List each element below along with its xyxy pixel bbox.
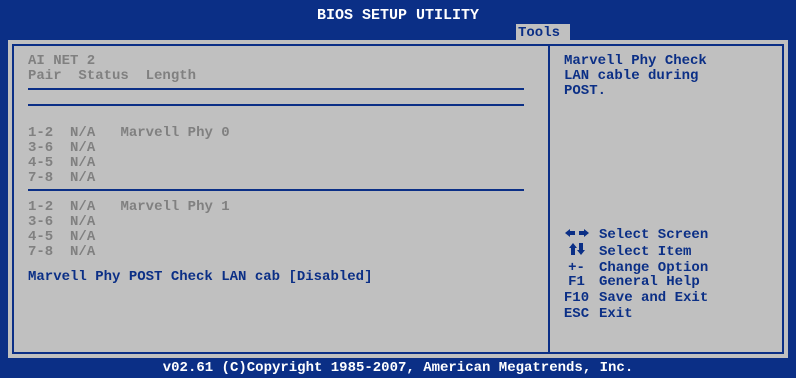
help-action: Save and Exit xyxy=(599,290,709,306)
column-headers: Pair Status Length xyxy=(28,68,197,84)
help-action: Select Item xyxy=(599,244,692,260)
up-down-arrows-icon xyxy=(554,243,599,260)
help-description-line-2: LAN cable during xyxy=(564,68,699,84)
help-action: Select Screen xyxy=(599,227,709,243)
table-row: 4-5 N/A xyxy=(28,230,95,245)
panel-divider xyxy=(548,46,550,352)
copyright-footer: v02.61 (C)Copyright 1985-2007, American … xyxy=(162,360,634,376)
table-row: 7-8 N/A xyxy=(28,245,95,260)
status-cell: N/A xyxy=(70,244,96,260)
help-key: F10 xyxy=(563,290,590,306)
help-row-select-item: Select Item xyxy=(554,243,691,260)
status-cell: N/A xyxy=(70,155,96,171)
up-down-arrows-svg xyxy=(568,243,585,255)
divider-line-2 xyxy=(28,104,524,106)
divider-line-3 xyxy=(28,189,524,191)
help-key: ESC xyxy=(563,306,590,322)
pair-cell: 1-2 xyxy=(28,125,54,141)
marvell-post-check-option[interactable]: Marvell Phy POST Check LAN cab [Disabled… xyxy=(28,270,372,285)
help-description-line-3: POST. xyxy=(564,83,607,99)
panel-frame: AI NET 2 Pair Status Length 1-2 N/A Marv… xyxy=(12,44,784,354)
status-cell: N/A xyxy=(70,125,96,141)
table-row: 1-2 N/A Marvell Phy 0 xyxy=(28,126,230,141)
status-cell: N/A xyxy=(70,229,96,245)
left-right-arrows-icon xyxy=(554,228,599,243)
tab-tools[interactable]: Tools xyxy=(516,24,570,42)
option-value[interactable]: [Disabled] xyxy=(288,269,372,285)
pair-cell: 3-6 xyxy=(28,140,54,156)
left-right-arrows-svg xyxy=(564,229,589,237)
length-cell: Marvell Phy 1 xyxy=(120,199,230,215)
help-action: General Help xyxy=(599,274,700,290)
section-title: AI NET 2 xyxy=(28,53,96,69)
status-cell: N/A xyxy=(70,170,96,186)
help-description-line-1: Marvell Phy Check xyxy=(564,53,707,69)
pair-cell: 7-8 xyxy=(28,170,54,186)
status-cell: N/A xyxy=(70,199,96,215)
help-action: Exit xyxy=(599,306,633,322)
help-row-save-exit: F10 Save and Exit xyxy=(554,291,708,306)
pair-cell: 3-6 xyxy=(28,214,54,230)
table-row: 3-6 N/A xyxy=(28,215,95,230)
help-row-exit: ESC Exit xyxy=(554,307,633,322)
table-row: 4-5 N/A xyxy=(28,156,95,171)
length-cell: Marvell Phy 0 xyxy=(120,125,230,141)
help-row-general-help: F1 General Help xyxy=(554,275,700,290)
help-key: F1 xyxy=(568,274,585,290)
bios-title: BIOS SETUP UTILITY xyxy=(316,7,480,24)
pair-cell: 1-2 xyxy=(28,199,54,215)
help-row-select-screen: Select Screen xyxy=(554,228,708,243)
option-label: Marvell Phy POST Check LAN cab xyxy=(28,269,281,285)
table-row: 7-8 N/A xyxy=(28,171,95,186)
pair-cell: 7-8 xyxy=(28,244,54,260)
table-row: 1-2 N/A Marvell Phy 1 xyxy=(28,200,230,215)
main-panel: AI NET 2 Pair Status Length 1-2 N/A Marv… xyxy=(8,40,788,358)
pair-cell: 4-5 xyxy=(28,155,54,171)
status-cell: N/A xyxy=(70,214,96,230)
table-row: 3-6 N/A xyxy=(28,141,95,156)
pair-cell: 4-5 xyxy=(28,229,54,245)
bios-screen: BIOS SETUP UTILITY AI NET 2 Pair Status … xyxy=(0,0,796,378)
divider-line-1 xyxy=(28,88,524,90)
status-cell: N/A xyxy=(70,140,96,156)
